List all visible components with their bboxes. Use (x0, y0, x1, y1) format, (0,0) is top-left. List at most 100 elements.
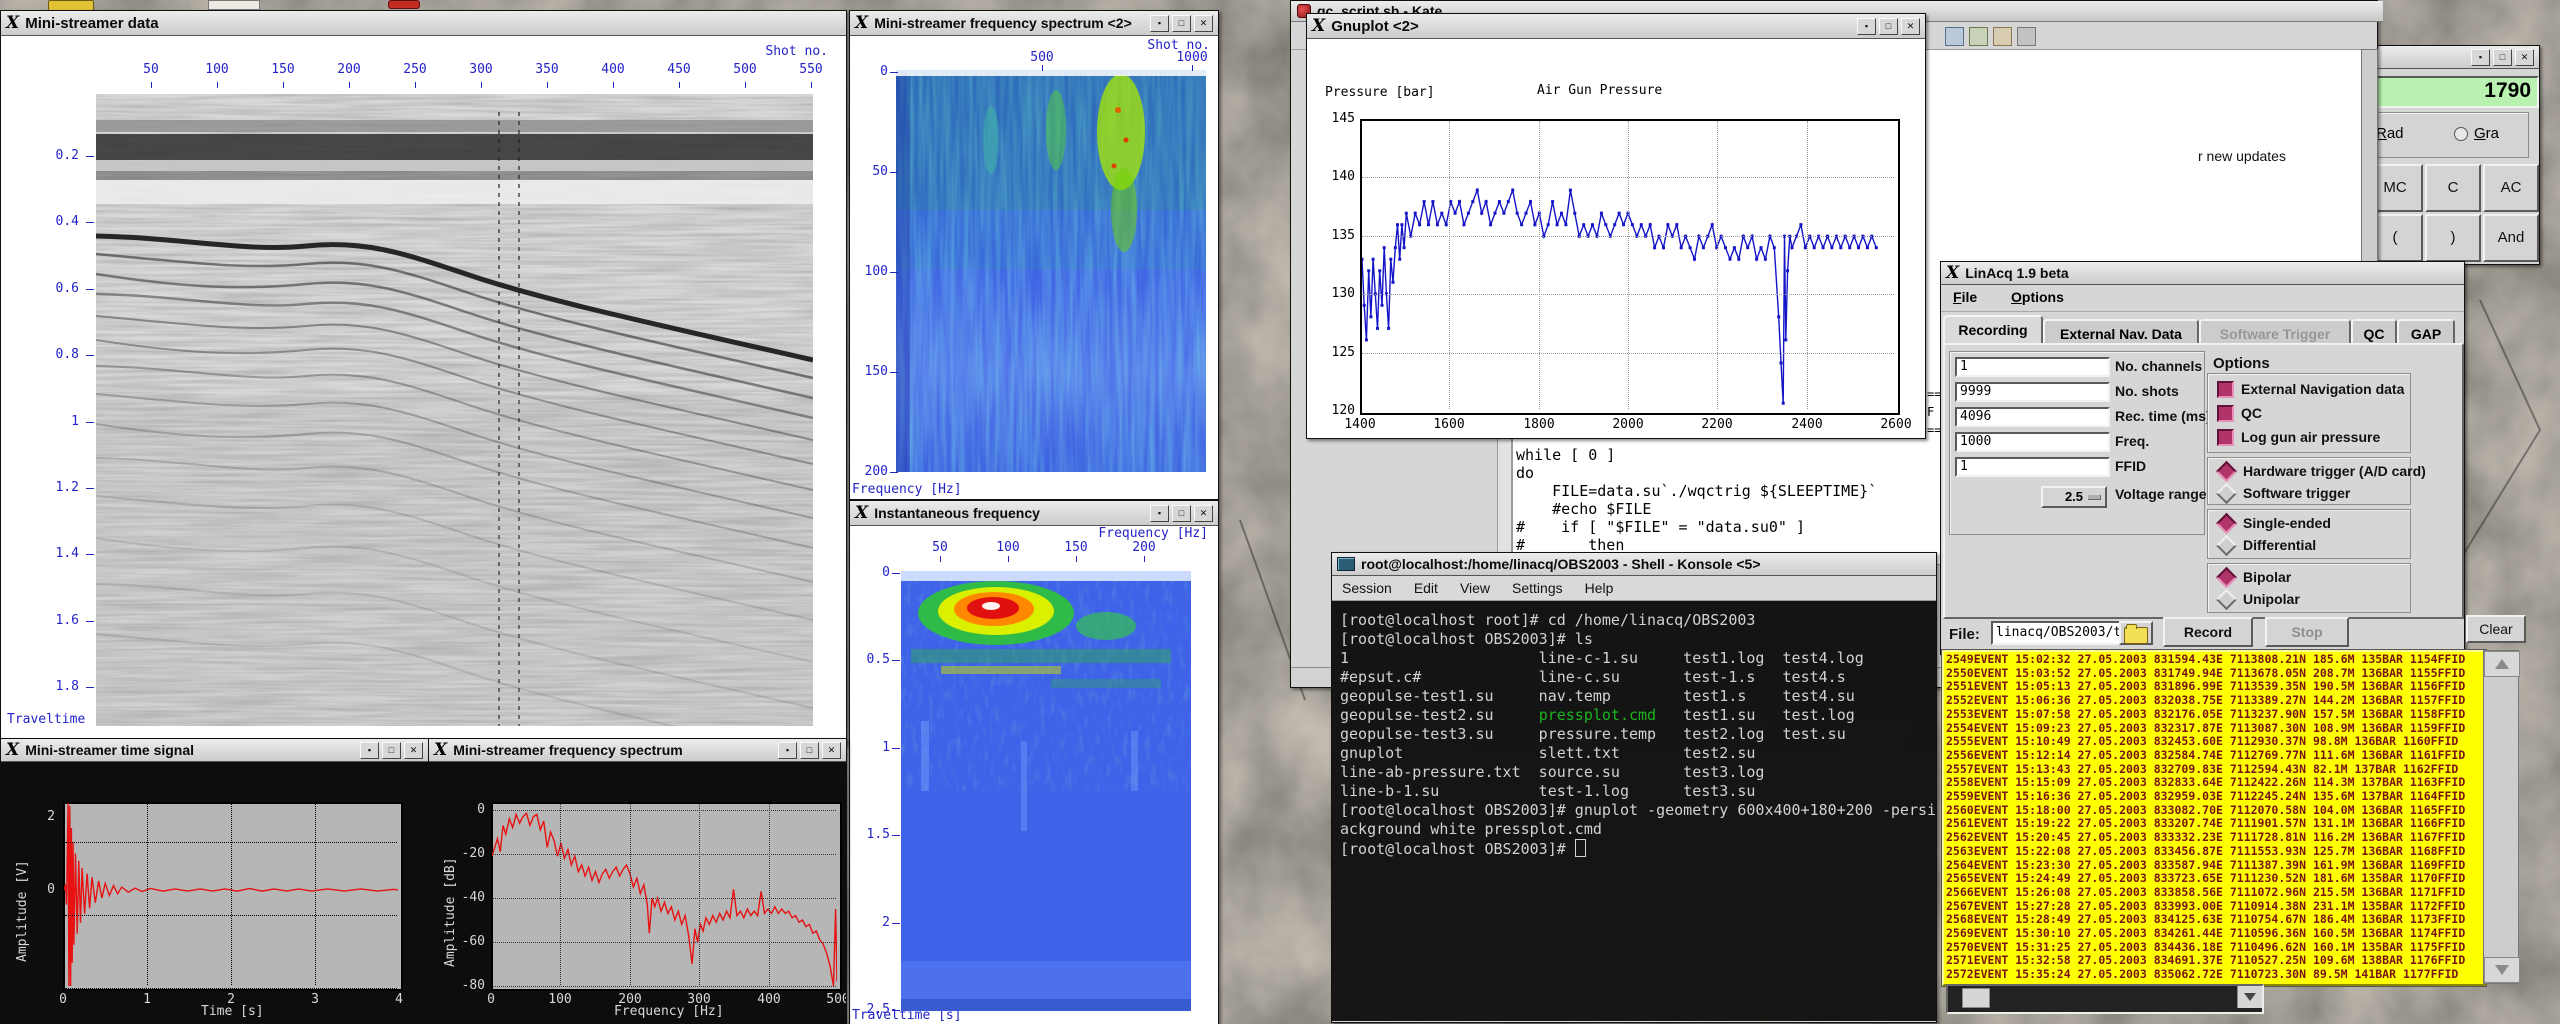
seismic-section-image[interactable] (96, 94, 813, 726)
event-list-hscrollbar[interactable] (1946, 984, 2264, 1014)
tick-label: 300 (681, 992, 717, 1007)
close-button[interactable]: ✕ (1901, 18, 1920, 35)
event-row: 2549EVENT 15:02:32 27.05.2003 831594.43E… (1946, 653, 2482, 667)
maximize-button[interactable]: □ (1172, 15, 1191, 32)
spectrogram-image[interactable] (896, 70, 1206, 472)
titlebar[interactable]: X Mini-streamer data (1, 11, 846, 36)
linacq-menubar: File Options (1941, 285, 2464, 312)
titlebar[interactable]: root@localhost:/home/linacq/OBS2003 - Sh… (1332, 553, 1936, 576)
tick-mark (1076, 556, 1077, 562)
calc-button-)[interactable]: ) (2425, 214, 2481, 262)
menu-file[interactable]: File (1953, 289, 1977, 305)
tick-label: 100 (195, 62, 239, 77)
tick-label: 0.2 (31, 148, 79, 163)
tick-label: 145 (1321, 111, 1355, 126)
menu-session[interactable]: Session (1342, 580, 1392, 596)
tick-label: 400 (751, 992, 787, 1007)
tick-label: 4 (387, 992, 411, 1007)
event-list-scrollbar[interactable] (2483, 650, 2519, 984)
tick-mark (1192, 65, 1193, 71)
terminal-area[interactable]: [root@localhost root]# cd /home/linacq/O… (1332, 601, 1936, 1021)
tick-label: 2400 (1785, 417, 1829, 432)
minimize-button[interactable]: ▪ (1150, 505, 1169, 522)
tick-mark (940, 556, 941, 562)
tick-label: -60 (451, 934, 485, 949)
titlebar[interactable]: X Mini-streamer time signal ▪ □ ✕ (1, 739, 428, 762)
field-input-no-channels[interactable]: 1 (1955, 357, 2110, 377)
tick-label: 2000 (1606, 417, 1650, 432)
menu-view[interactable]: View (1460, 580, 1490, 596)
field-input-freq-[interactable]: 1000 (1955, 432, 2110, 452)
titlebar[interactable]: X Mini-streamer frequency spectrum <2> ▪… (850, 11, 1218, 36)
close-button[interactable]: ✕ (822, 742, 841, 759)
checkbox-qc[interactable] (2217, 405, 2234, 422)
event-row: 2568EVENT 15:28:49 27.05.2003 834125.63E… (1946, 913, 2482, 927)
event-list-panel[interactable]: 2549EVENT 15:02:32 27.05.2003 831594.43E… (1942, 650, 2486, 986)
hscroll-down-button[interactable] (2237, 986, 2262, 1008)
minimize-button[interactable]: ▪ (360, 742, 379, 759)
maximize-button[interactable]: □ (1172, 505, 1191, 522)
tick-label: 1.5 (858, 827, 890, 842)
field-input-ffid[interactable]: 1 (1955, 457, 2110, 477)
scroll-up-button[interactable] (2484, 651, 2520, 677)
titlebar[interactable]: X LinAcq 1.9 beta (1941, 262, 2464, 285)
calc-button-ac[interactable]: AC (2483, 164, 2539, 212)
close-button[interactable]: ✕ (404, 742, 423, 759)
tick-mark (349, 82, 350, 88)
up-arrow-icon (2495, 659, 2509, 669)
calc-button-c[interactable]: C (2425, 164, 2481, 212)
field-input-rec-time-ms-[interactable]: 4096 (1955, 407, 2110, 427)
minimize-button[interactable]: ▪ (778, 742, 797, 759)
tick-mark (86, 687, 94, 688)
titlebar[interactable]: X Gnuplot <2> ▪ □ ✕ (1307, 14, 1925, 39)
hscroll-thumb[interactable] (1962, 988, 1990, 1008)
field-label: No. channels (2115, 358, 2202, 374)
minimize-button[interactable]: ▪ (1150, 15, 1169, 32)
minimize-button[interactable]: ▪ (2471, 49, 2490, 66)
field-input-no-shots[interactable]: 9999 (1955, 382, 2110, 402)
maximize-button[interactable]: □ (1879, 18, 1898, 35)
clear-button[interactable]: Clear (2466, 615, 2526, 643)
close-button[interactable]: ✕ (1194, 505, 1213, 522)
desktop-icon-fragment[interactable] (208, 0, 260, 10)
scroll-down-button[interactable] (2484, 957, 2520, 983)
calc-radio-gra[interactable]: Gra (2454, 125, 2528, 143)
calc-button-and[interactable]: And (2483, 214, 2539, 262)
kate-toolbar-icon[interactable] (1993, 27, 2012, 46)
calc-radio-rad[interactable]: Rad (2376, 125, 2450, 143)
maximize-button[interactable]: □ (2493, 49, 2512, 66)
event-row: 2565EVENT 15:24:49 27.05.2003 833723.65E… (1946, 872, 2482, 886)
close-button[interactable]: ✕ (1194, 15, 1213, 32)
tick-label: 0 (473, 992, 509, 1007)
event-row: 2566EVENT 15:26:08 27.05.2003 833858.56E… (1946, 886, 2482, 900)
instantaneous-frequency-image[interactable] (901, 571, 1191, 1011)
kate-toolbar-icon[interactable] (1969, 27, 1988, 46)
radio-group (2207, 563, 2411, 613)
tick-label: 200 (856, 464, 888, 479)
terminal-line: gnuplot slett.txt test2.su (1340, 744, 1928, 763)
titlebar[interactable]: X Mini-streamer frequency spectrum ▪ □ ✕ (429, 739, 846, 762)
window-frequency-spectrum-2: X Mini-streamer frequency spectrum <2> ▪… (849, 10, 1219, 500)
down-arrow-icon (2244, 993, 2256, 1001)
voltage-range-dropdown[interactable]: 2.5 (2041, 486, 2107, 508)
kate-toolbar-icon[interactable] (2017, 27, 2036, 46)
desktop-icon-fragment[interactable] (388, 0, 420, 9)
checkbox-log-gun-air-pressure[interactable] (2217, 429, 2234, 446)
close-button[interactable]: ✕ (2515, 49, 2534, 66)
checkbox-external-navigation-data[interactable] (2217, 381, 2234, 398)
maximize-button[interactable]: □ (382, 742, 401, 759)
tick-label: 0.5 (858, 652, 890, 667)
menu-settings[interactable]: Settings (1512, 580, 1563, 596)
window-title: Mini-streamer frequency spectrum (453, 742, 683, 758)
maximize-button[interactable]: □ (800, 742, 819, 759)
minimize-button[interactable]: ▪ (1857, 18, 1876, 35)
titlebar[interactable]: X Instantaneous frequency ▪ □ ✕ (850, 501, 1218, 526)
kate-toolbar-icon[interactable] (1945, 27, 1964, 46)
menu-options[interactable]: Options (2011, 289, 2064, 305)
terminal-line: geopulse-test3.su pressure.temp test2.lo… (1340, 725, 1928, 744)
event-row: 2560EVENT 15:18:00 27.05.2003 833082.70E… (1946, 804, 2482, 818)
menu-edit[interactable]: Edit (1414, 580, 1438, 596)
menu-help[interactable]: Help (1585, 580, 1614, 596)
titlebar[interactable]: ▪ □ ✕ (2361, 46, 2539, 69)
tick-label: 0.4 (31, 214, 79, 229)
